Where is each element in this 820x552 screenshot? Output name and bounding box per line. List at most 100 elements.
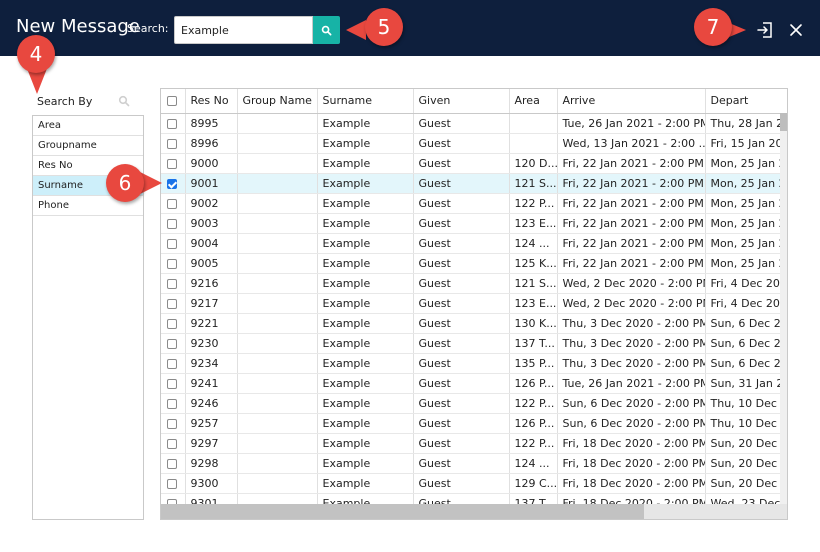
table-row[interactable]: 9216 Example Guest 121 S... Wed, 2 Dec 2020 … [161, 273, 781, 294]
row-checkbox[interactable] [161, 453, 186, 474]
row-checkbox[interactable] [161, 213, 186, 234]
table-row[interactable]: 9221 Example Guest 130 K... Thu, 3 Dec 2020 … [161, 313, 781, 334]
cell-res-no: 9216 [185, 273, 238, 294]
cell-depart: Sun, 20 Dec 2020 [705, 473, 781, 494]
search-input[interactable] [174, 16, 313, 44]
row-checkbox[interactable] [161, 293, 186, 314]
cell-res-no: 9298 [185, 453, 238, 474]
cell-group-name [237, 113, 318, 134]
row-checkbox[interactable] [161, 433, 186, 454]
cell-area: 124 ... [509, 453, 558, 474]
row-checkbox[interactable] [161, 133, 186, 154]
export-icon [757, 22, 772, 38]
cell-arrive: Fri, 18 Dec 2020 - 2:00 PM [557, 473, 706, 494]
table-row[interactable]: 9301 Example Guest 137 T... Fri, 18 Dec 2020… [161, 493, 781, 504]
row-checkbox[interactable] [161, 373, 186, 394]
column-header-group-name[interactable]: Group Name [237, 89, 318, 114]
column-header-surname[interactable]: Surname [317, 89, 414, 114]
horizontal-scroll-thumb[interactable] [161, 504, 644, 519]
row-checkbox[interactable] [161, 493, 186, 504]
cell-given: Guest [413, 353, 510, 374]
table-row[interactable]: 9001 Example Guest 121 S... Fri, 22 Jan 2021… [161, 173, 781, 194]
cell-surname: Example [317, 133, 414, 154]
table-row[interactable]: 9000 Example Guest 120 D... Fri, 22 Jan 2021… [161, 153, 781, 174]
row-checkbox[interactable] [161, 353, 186, 374]
cell-res-no: 8996 [185, 133, 238, 154]
table-row[interactable]: 9234 Example Guest 135 P... Thu, 3 Dec 2020 … [161, 353, 781, 374]
cell-arrive: Fri, 22 Jan 2021 - 2:00 PM [557, 253, 706, 274]
row-checkbox[interactable] [161, 333, 186, 354]
row-checkbox[interactable] [161, 473, 186, 494]
cell-res-no: 9221 [185, 313, 238, 334]
table-row[interactable]: 9257 Example Guest 126 P... Sun, 6 Dec 2020 … [161, 413, 781, 434]
cell-group-name [237, 433, 318, 454]
column-header-res-no[interactable]: Res No [185, 89, 238, 114]
cell-res-no: 9234 [185, 353, 238, 374]
cell-group-name [237, 353, 318, 374]
table-row[interactable]: 9300 Example Guest 129 C... Fri, 18 Dec 2020… [161, 473, 781, 494]
cell-depart: Fri, 4 Dec 2020 [705, 293, 781, 314]
table-row[interactable]: 9002 Example Guest 122 P... Fri, 22 Jan 2021… [161, 193, 781, 214]
cell-given: Guest [413, 313, 510, 334]
row-checkbox[interactable] [161, 393, 186, 414]
table-row[interactable]: 9005 Example Guest 125 K... Fri, 22 Jan 2021… [161, 253, 781, 274]
cell-res-no: 9003 [185, 213, 238, 234]
row-checkbox[interactable] [161, 413, 186, 434]
table-row[interactable]: 9246 Example Guest 122 P... Sun, 6 Dec 2020 … [161, 393, 781, 414]
cell-arrive: Wed, 13 Jan 2021 - 2:00 ... [557, 133, 706, 154]
select-all-checkbox[interactable] [161, 89, 186, 114]
vertical-scrollbar[interactable] [780, 113, 787, 504]
cell-given: Guest [413, 193, 510, 214]
cell-given: Guest [413, 453, 510, 474]
export-button[interactable] [755, 20, 775, 40]
search-by-header: Search By [37, 95, 93, 108]
cell-group-name [237, 413, 318, 434]
table-row[interactable]: 9241 Example Guest 126 P... Tue, 26 Jan 2021… [161, 373, 781, 394]
column-header-given[interactable]: Given [413, 89, 510, 114]
table-row[interactable]: 9003 Example Guest 123 E... Fri, 22 Jan 2021… [161, 213, 781, 234]
search-by-item-groupname[interactable]: Groupname [33, 136, 143, 156]
column-header-area[interactable]: Area [509, 89, 558, 114]
cell-res-no: 9005 [185, 253, 238, 274]
cell-group-name [237, 493, 318, 504]
table-row[interactable]: 8996 Example Guest Wed, 13 Jan 2021 - 2:00 … [161, 133, 781, 154]
cell-area [509, 133, 558, 154]
cell-res-no: 9300 [185, 473, 238, 494]
horizontal-scrollbar[interactable] [161, 504, 787, 519]
search-by-item-area[interactable]: Area [33, 116, 143, 136]
row-checkbox[interactable] [161, 153, 186, 174]
cell-arrive: Sun, 6 Dec 2020 - 2:00 PM [557, 393, 706, 414]
vertical-scroll-thumb[interactable] [780, 113, 787, 131]
column-header-depart[interactable]: Depart [705, 89, 781, 114]
row-checkbox[interactable] [161, 233, 186, 254]
cell-res-no: 9002 [185, 193, 238, 214]
table-row[interactable]: 9297 Example Guest 122 P... Fri, 18 Dec 2020… [161, 433, 781, 454]
row-checkbox[interactable] [161, 273, 186, 294]
cell-surname: Example [317, 493, 414, 504]
table-row[interactable]: 9298 Example Guest 124 ... Fri, 18 Dec 2020 … [161, 453, 781, 474]
cell-res-no: 9001 [185, 173, 238, 194]
table-row[interactable]: 8995 Example Guest Tue, 26 Jan 2021 - 2:00 … [161, 113, 781, 134]
search-icon [118, 95, 130, 107]
cell-given: Guest [413, 433, 510, 454]
row-checkbox[interactable] [161, 113, 186, 134]
cell-given: Guest [413, 153, 510, 174]
close-button[interactable] [786, 20, 806, 40]
window-title: New Message [16, 16, 140, 37]
row-checkbox[interactable] [161, 313, 186, 334]
table-row[interactable]: 9230 Example Guest 137 T... Thu, 3 Dec 2020 … [161, 333, 781, 354]
column-header-arrive[interactable]: Arrive [557, 89, 706, 114]
cell-res-no: 9246 [185, 393, 238, 414]
search-button[interactable] [313, 16, 340, 44]
cell-arrive: Fri, 22 Jan 2021 - 2:00 PM [557, 213, 706, 234]
cell-area: 122 P... [509, 393, 558, 414]
row-checkbox[interactable] [161, 253, 186, 274]
row-checkbox[interactable] [161, 193, 186, 214]
cell-surname: Example [317, 433, 414, 454]
row-checkbox[interactable] [161, 173, 186, 194]
table-row[interactable]: 9217 Example Guest 123 E... Wed, 2 Dec 2020 … [161, 293, 781, 314]
table-row[interactable]: 9004 Example Guest 124 ... Fri, 22 Jan 2021 … [161, 233, 781, 254]
cell-depart: Wed, 23 Dec 2020 [705, 493, 781, 504]
cell-area: 121 S... [509, 173, 558, 194]
cell-area: 122 P... [509, 433, 558, 454]
